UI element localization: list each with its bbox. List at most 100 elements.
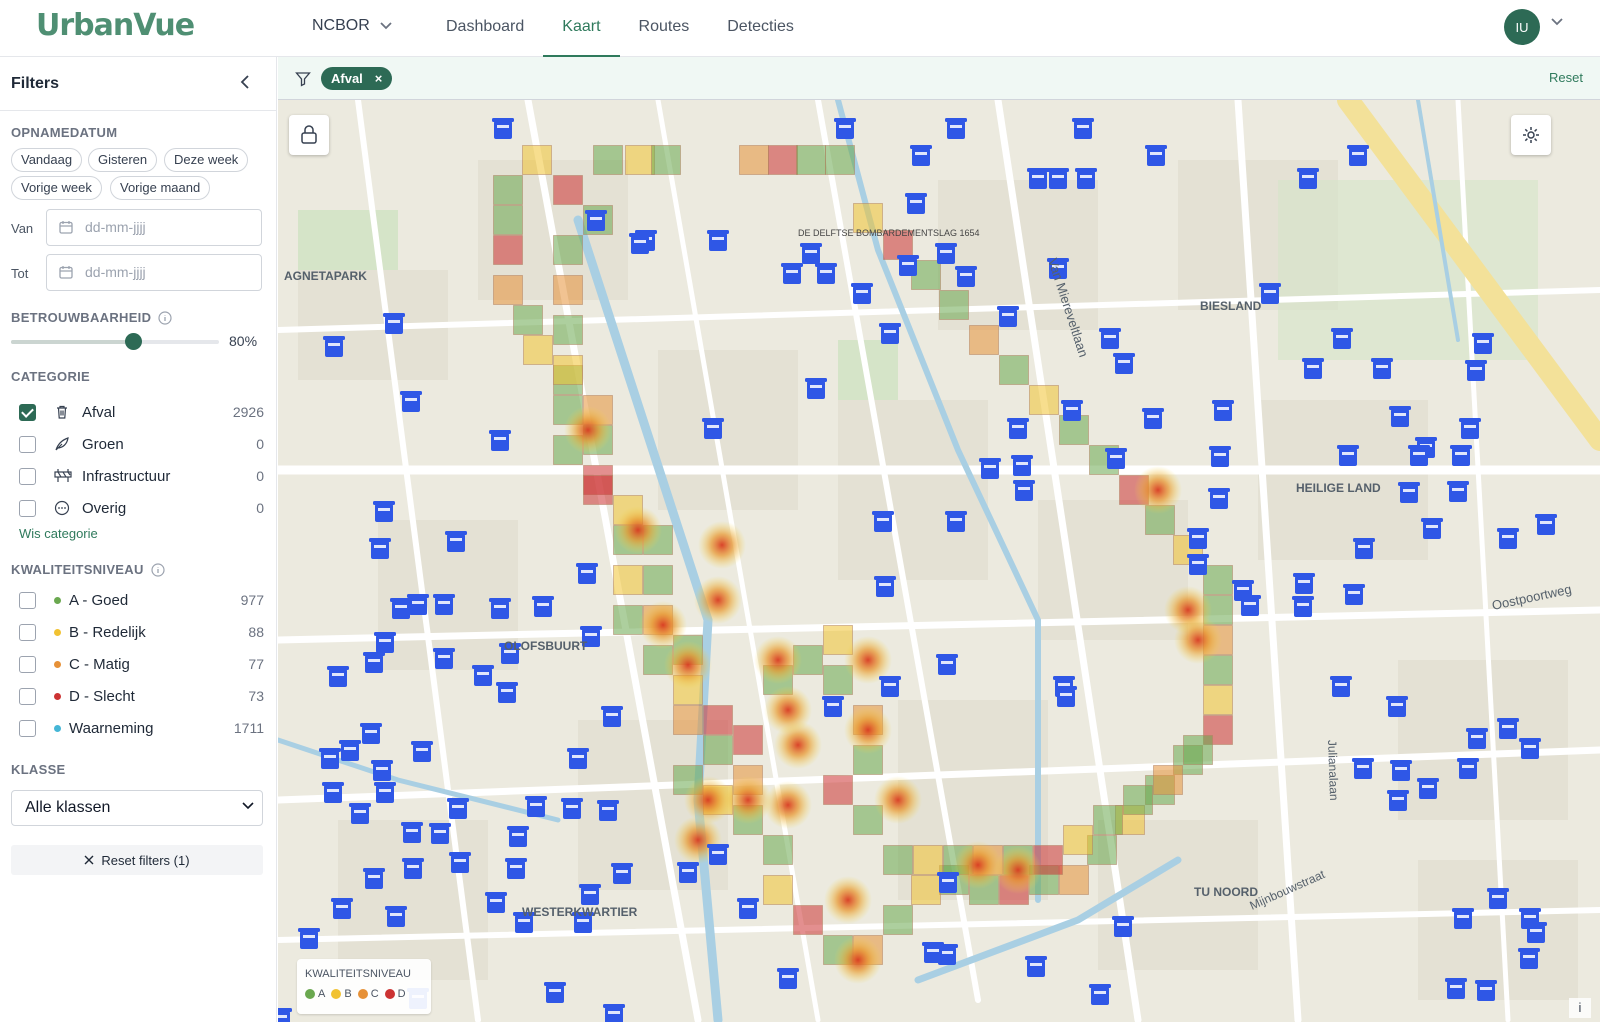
waste-bin-marker[interactable] [1445, 978, 1467, 999]
waste-bin-marker[interactable] [601, 706, 623, 727]
waste-bin-marker[interactable] [922, 942, 944, 963]
checkbox[interactable] [19, 435, 36, 453]
chip-vandaag[interactable]: Vandaag [11, 148, 83, 172]
chip-gisteren[interactable]: Gisteren [88, 148, 158, 172]
waste-bin-marker[interactable] [1025, 956, 1047, 977]
quality-d[interactable]: D - Slecht 73 [19, 684, 264, 708]
waste-bin-marker[interactable] [1072, 118, 1094, 139]
waste-bin-marker[interactable] [1465, 360, 1487, 381]
collapse-sidebar-icon[interactable] [240, 75, 250, 89]
waste-bin-marker[interactable] [401, 822, 423, 843]
active-filter-tag[interactable]: Afval × [321, 67, 393, 90]
waste-bin-marker[interactable] [879, 676, 901, 697]
klasse-select[interactable]: Alle klassen [11, 790, 263, 826]
waste-bin-marker[interactable] [360, 723, 382, 744]
waste-bin-marker[interactable] [319, 748, 341, 769]
waste-bin-marker[interactable] [905, 193, 927, 214]
waste-bin-marker[interactable] [1450, 445, 1472, 466]
waste-bin-marker[interactable] [815, 263, 837, 284]
waste-bin-marker[interactable] [327, 666, 349, 687]
waste-bin-marker[interactable] [1075, 168, 1097, 189]
checkbox[interactable] [19, 655, 36, 673]
waste-bin-marker[interactable] [1387, 790, 1409, 811]
waste-bin-marker[interactable] [707, 230, 729, 251]
van-date-input[interactable]: dd-mm-jjjj [46, 209, 262, 246]
betrouwbaarheid-slider[interactable] [11, 333, 219, 350]
waste-bin-marker[interactable] [278, 1008, 292, 1022]
nav-routes[interactable]: Routes [620, 0, 709, 57]
waste-bin-marker[interactable] [373, 501, 395, 522]
waste-bin-marker[interactable] [576, 563, 598, 584]
waste-bin-marker[interactable] [1187, 554, 1209, 575]
chip-vorige-week[interactable]: Vorige week [11, 176, 102, 200]
waste-bin-marker[interactable] [936, 654, 958, 675]
tot-date-input[interactable]: dd-mm-jjjj [46, 254, 262, 291]
waste-bin-marker[interactable] [561, 798, 583, 819]
waste-bin-marker[interactable] [937, 872, 959, 893]
category-overig[interactable]: Overig 0 [19, 496, 264, 520]
waste-bin-marker[interactable] [363, 652, 385, 673]
waste-bin-marker[interactable] [629, 233, 651, 254]
checkbox[interactable] [19, 623, 36, 641]
waste-bin-marker[interactable] [1099, 328, 1121, 349]
waste-bin-marker[interactable] [383, 313, 405, 334]
waste-bin-marker[interactable] [1209, 446, 1231, 467]
waste-bin-marker[interactable] [874, 576, 896, 597]
waste-bin-marker[interactable] [579, 884, 601, 905]
waste-bin-marker[interactable] [872, 511, 894, 532]
waste-bin-marker[interactable] [1466, 728, 1488, 749]
waste-bin-marker[interactable] [433, 594, 455, 615]
waste-bin-marker[interactable] [1105, 448, 1127, 469]
waste-bin-marker[interactable] [781, 263, 803, 284]
waste-bin-marker[interactable] [822, 696, 844, 717]
checkbox[interactable] [19, 467, 36, 485]
waste-bin-marker[interactable] [369, 538, 391, 559]
waste-bin-marker[interactable] [1408, 445, 1430, 466]
waste-bin-marker[interactable] [1386, 696, 1408, 717]
waste-bin-marker[interactable] [447, 798, 469, 819]
waste-bin-marker[interactable] [1475, 980, 1497, 1001]
waste-bin-marker[interactable] [1417, 778, 1439, 799]
waste-bin-marker[interactable] [505, 858, 527, 879]
waste-bin-marker[interactable] [879, 323, 901, 344]
waste-bin-marker[interactable] [1472, 333, 1494, 354]
nav-dashboard[interactable]: Dashboard [427, 0, 543, 57]
waste-bin-marker[interactable] [611, 863, 633, 884]
waste-bin-marker[interactable] [1343, 584, 1365, 605]
waste-bin-marker[interactable] [702, 418, 724, 439]
waste-bin-marker[interactable] [834, 118, 856, 139]
waste-bin-marker[interactable] [385, 906, 407, 927]
waste-bin-marker[interactable] [997, 306, 1019, 327]
waste-bin-marker[interactable] [1187, 528, 1209, 549]
waste-bin-marker[interactable] [585, 210, 607, 231]
checkbox[interactable] [19, 719, 36, 737]
waste-bin-marker[interactable] [1421, 518, 1443, 539]
waste-bin-marker[interactable] [1353, 538, 1375, 559]
map-attribution-info-button[interactable]: i [1569, 998, 1591, 1018]
waste-bin-marker[interactable] [603, 1004, 625, 1022]
waste-bin-marker[interactable] [1371, 358, 1393, 379]
waste-bin-marker[interactable] [1089, 984, 1111, 1005]
waste-bin-marker[interactable] [429, 823, 451, 844]
checkbox[interactable] [19, 687, 36, 705]
waste-bin-marker[interactable] [677, 862, 699, 883]
waste-bin-marker[interactable] [1497, 718, 1519, 739]
waste-bin-marker[interactable] [737, 898, 759, 919]
waste-bin-marker[interactable] [363, 868, 385, 889]
map-canvas[interactable]: AGNETAPARK BIESLAND HEILIGE LAND OLOFSBU… [278, 100, 1600, 1022]
waste-bin-marker[interactable] [1535, 514, 1557, 535]
waste-bin-marker[interactable] [777, 968, 799, 989]
chip-vorige-maand[interactable]: Vorige maand [110, 176, 211, 200]
checkbox[interactable] [19, 591, 36, 609]
user-avatar[interactable]: IU [1504, 9, 1540, 45]
waste-bin-marker[interactable] [407, 594, 429, 615]
waste-bin-marker[interactable] [323, 336, 345, 357]
waste-bin-marker[interactable] [1452, 908, 1474, 929]
remove-filter-icon[interactable]: × [375, 67, 383, 90]
waste-bin-marker[interactable] [525, 796, 547, 817]
checkbox[interactable] [19, 499, 36, 517]
waste-bin-marker[interactable] [371, 760, 393, 781]
waste-bin-marker[interactable] [1457, 758, 1479, 779]
waste-bin-marker[interactable] [1055, 686, 1077, 707]
category-afval[interactable]: Afval 2926 [19, 400, 264, 424]
